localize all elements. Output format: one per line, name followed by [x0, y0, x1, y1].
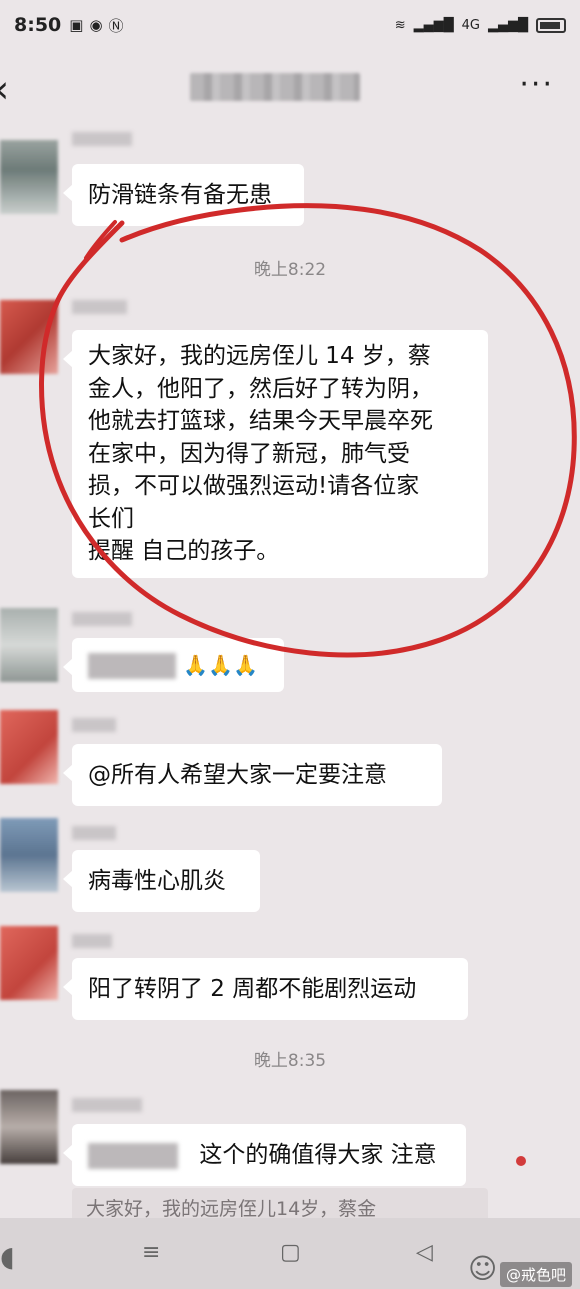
message-text: 🙏🙏🙏 — [183, 653, 259, 677]
sender-name-redacted — [72, 300, 127, 314]
message-text: 大家好，我的远房侄儿 14 岁，蔡 金人，他阳了，然后好了转为阴， 他就去打篮球… — [88, 343, 433, 564]
message-bubble[interactable]: 这个的确值得大家 注意 — [63, 1124, 466, 1186]
chevron-left-icon[interactable]: ‹ — [0, 67, 9, 111]
sender-name-redacted — [72, 132, 132, 146]
status-bar: 8:50 ▣ ◉ Ⓝ ≋ ▂▄▆█ 4G ▂▄▆█ — [0, 0, 580, 50]
signal-icon-2: ▂▄▆█ — [488, 17, 528, 33]
message-bubble[interactable]: 阳了转阴了 2 周都不能剧烈运动 — [63, 958, 468, 1020]
sender-name-redacted — [72, 612, 132, 626]
avatar[interactable] — [0, 710, 58, 784]
battery-icon — [536, 17, 566, 33]
message-bubble[interactable]: 病毒性心肌炎 — [63, 850, 260, 912]
emoji-icon[interactable]: ☺ — [468, 1252, 497, 1285]
message-text: 这个的确值得大家 注意 — [199, 1142, 437, 1168]
wifi-icon: ≋ — [394, 17, 406, 33]
sender-name-redacted — [72, 826, 116, 840]
avatar[interactable] — [0, 818, 58, 892]
avatar[interactable] — [0, 1090, 58, 1164]
message-text: 病毒性心肌炎 — [88, 868, 226, 894]
timestamp: 晚上8:22 — [253, 260, 327, 280]
nfc-icon: Ⓝ — [108, 16, 124, 35]
status-time: 8:50 — [14, 14, 62, 36]
chat-title-redacted — [190, 73, 360, 101]
sender-name-redacted — [72, 934, 112, 948]
sender-name-redacted — [72, 1098, 142, 1112]
voice-icon[interactable]: ◖ — [0, 1240, 15, 1273]
more-icon[interactable]: ··· — [519, 67, 554, 102]
sender-name-redacted — [72, 718, 116, 732]
signal-icon: ▂▄▆█ — [413, 17, 454, 33]
home-icon[interactable]: ▢ — [280, 1240, 301, 1265]
quote-preview-text: 大家好，我的远房侄儿14岁，蔡金 — [86, 1198, 377, 1220]
avatar[interactable] — [0, 140, 58, 214]
back-nav-icon[interactable]: ◁ — [416, 1240, 433, 1265]
redacted-text — [88, 1142, 178, 1169]
message-bubble[interactable]: 大家好，我的远房侄儿 14 岁，蔡 金人，他阳了，然后好了转为阴， 他就去打篮球… — [63, 330, 488, 578]
avatar[interactable] — [0, 300, 58, 374]
redacted-text — [88, 652, 176, 679]
message-text: 防滑链条有备无患 — [88, 182, 272, 208]
menu-icon[interactable]: ≡ — [142, 1240, 160, 1265]
chat-header: ‹ ··· — [0, 55, 580, 120]
message-text: 阳了转阴了 2 周都不能剧烈运动 — [88, 976, 417, 1002]
signal-label: 4G — [461, 17, 480, 33]
message-bubble[interactable]: 防滑链条有备无患 — [63, 164, 304, 226]
timestamp: 晚上8:35 — [253, 1051, 327, 1071]
watermark: @戒色吧 — [499, 1262, 572, 1287]
message-text: @所有人希望大家一定要注意 — [88, 762, 387, 788]
eye-icon: ◉ — [89, 16, 103, 34]
status-right: ≋ ▂▄▆█ 4G ▂▄▆█ — [394, 17, 566, 33]
message-bubble[interactable]: 🙏🙏🙏 — [63, 638, 284, 692]
message-bubble[interactable]: @所有人希望大家一定要注意 — [63, 744, 442, 806]
notification-icon: ▣ — [69, 16, 84, 34]
red-dot — [516, 1156, 526, 1166]
avatar[interactable] — [0, 608, 58, 682]
avatar[interactable] — [0, 926, 58, 1000]
